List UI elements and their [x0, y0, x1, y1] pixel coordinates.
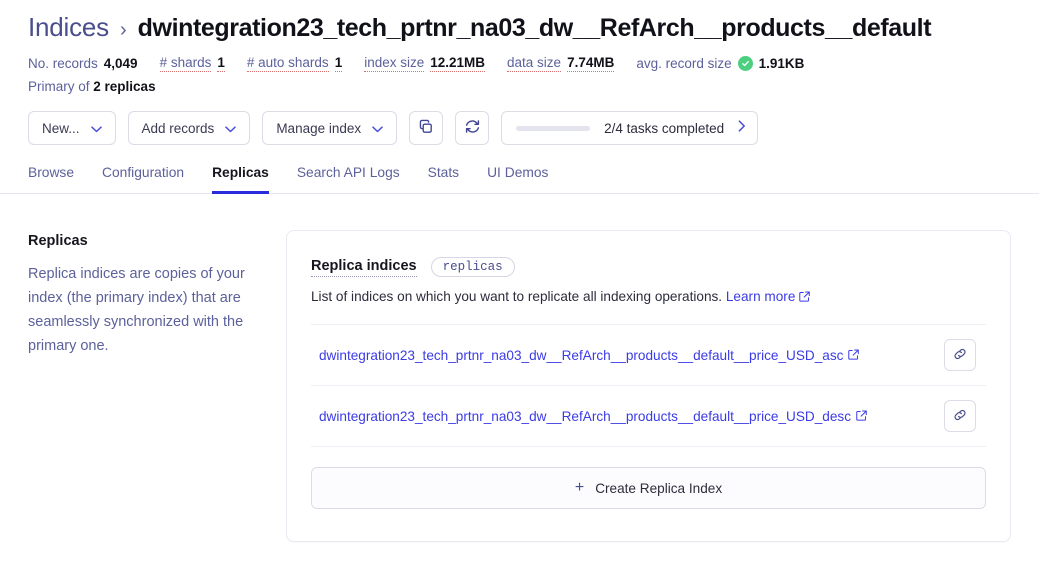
replica-index-link[interactable]: dwintegration23_tech_prtnr_na03_dw__RefA… — [319, 409, 867, 424]
page-title: dwintegration23_tech_prtnr_na03_dw__RefA… — [137, 14, 932, 42]
tab-stats[interactable]: Stats — [428, 165, 459, 194]
stat-label: # shards — [159, 55, 212, 72]
replica-index-link[interactable]: dwintegration23_tech_prtnr_na03_dw__RefA… — [319, 347, 860, 363]
plus-icon: + — [574, 479, 585, 496]
stat-item: # shards 1 — [159, 55, 225, 72]
chain-link-icon — [952, 407, 968, 426]
breadcrumb-separator-icon: › — [119, 19, 127, 41]
tab-configuration[interactable]: Configuration — [102, 165, 184, 194]
new-button[interactable]: New... — [28, 111, 116, 145]
refresh-icon — [464, 118, 481, 138]
stat-value: 12.21MB — [430, 55, 486, 72]
card-subtitle-text: List of indices on which you want to rep… — [311, 289, 723, 304]
copy-icon — [418, 119, 434, 138]
external-link-icon — [856, 409, 867, 424]
stat-item: avg. record size 1.91KB — [636, 56, 804, 71]
learn-more-label: Learn more — [725, 289, 796, 304]
stat-label: avg. record size — [636, 56, 732, 71]
app-page: Indices › dwintegration23_tech_prtnr_na0… — [0, 0, 1039, 571]
tasks-progress-label: 2/4 tasks completed — [604, 120, 725, 136]
card-title: Replica indices — [311, 258, 417, 277]
new-button-label: New... — [42, 120, 80, 136]
section-title: Replicas — [28, 233, 88, 249]
stat-value: 4,049 — [103, 56, 138, 71]
tasks-progress-bar — [516, 125, 591, 131]
chevron-right-icon — [738, 119, 746, 137]
chevron-down-icon — [225, 121, 237, 136]
stat-value: 1 — [334, 55, 343, 72]
breadcrumb-indices-link[interactable]: Indices — [28, 12, 109, 43]
index-stats: No. records 4,049 # shards 1 # auto shards 1 i… — [28, 55, 1011, 72]
index-tabs: Browse Configuration Replicas Search API Lo… — [0, 165, 1039, 194]
replica-rows: dwintegration23_tech_prtnr_na03_dw__RefA… — [311, 324, 986, 447]
copy-icon-button[interactable] — [409, 111, 444, 145]
create-replica-index-label: Create Replica Index — [595, 480, 723, 496]
replica-row: dwintegration23_tech_prtnr_na03_dw__RefA… — [311, 324, 986, 386]
primary-replicas-line: Primary of 2 replicas — [28, 79, 1011, 94]
primary-replicas-count: 2 replicas — [93, 79, 156, 94]
chevron-down-icon — [372, 121, 383, 136]
breadcrumb: Indices › dwintegration23_tech_prtnr_na0… — [28, 12, 1011, 43]
manage-index-button-label: Manage index — [276, 120, 362, 136]
stat-item: data size 7.74MB — [507, 55, 615, 72]
add-records-button-label: Add records — [141, 120, 215, 136]
create-replica-index-button[interactable]: + Create Replica Index — [311, 467, 986, 509]
stat-value: 1.91KB — [758, 56, 805, 71]
tab-browse[interactable]: Browse — [28, 165, 74, 194]
chain-link-icon — [952, 346, 968, 365]
replica-index-name: dwintegration23_tech_prtnr_na03_dw__RefA… — [319, 347, 844, 363]
section-sidebar: Replicas Replica indices are copies of y… — [28, 230, 256, 542]
section-description: Replica indices are copies of your index… — [28, 266, 245, 354]
stat-value: 1 — [217, 55, 225, 72]
check-circle-icon — [737, 56, 753, 71]
replica-indices-card: Replica indices replicas List of indices… — [286, 230, 1011, 542]
stat-value: 7.74MB — [567, 55, 615, 72]
add-records-button[interactable]: Add records — [127, 111, 251, 145]
page-header: Indices › dwintegration23_tech_prtnr_na0… — [0, 0, 1039, 145]
primary-prefix: Primary of — [28, 79, 90, 94]
chain-link-icon-button[interactable] — [944, 339, 976, 371]
stat-item: No. records 4,049 — [28, 56, 138, 71]
stat-label: # auto shards — [246, 55, 329, 72]
stat-label: data size — [507, 55, 562, 72]
stat-label: No. records — [28, 56, 98, 71]
refresh-icon-button[interactable] — [455, 111, 490, 145]
stat-label: index size — [364, 55, 425, 72]
card-header: Replica indices replicas — [311, 257, 986, 277]
chain-link-icon-button[interactable] — [944, 400, 976, 432]
tab-search-api-logs[interactable]: Search API Logs — [297, 165, 400, 194]
card-badge: replicas — [430, 257, 515, 277]
tab-replicas[interactable]: Replicas — [212, 165, 269, 194]
tasks-progress-button[interactable]: 2/4 tasks completed — [501, 111, 759, 145]
replica-index-name: dwintegration23_tech_prtnr_na03_dw__RefA… — [319, 408, 852, 424]
tab-ui-demos[interactable]: UI Demos — [487, 165, 548, 194]
page-body: Replicas Replica indices are copies of y… — [0, 194, 1039, 542]
manage-index-button[interactable]: Manage index — [262, 111, 398, 145]
replica-row: dwintegration23_tech_prtnr_na03_dw__RefA… — [311, 386, 986, 447]
external-link-icon — [799, 290, 811, 305]
stat-item: index size 12.21MB — [364, 55, 486, 72]
chevron-down-icon — [90, 121, 102, 136]
stat-item: # auto shards 1 — [246, 55, 343, 72]
external-link-icon — [848, 348, 860, 363]
card-subtitle: List of indices on which you want to rep… — [311, 289, 986, 305]
index-toolbar: New... Add records Manage index 2/4 task… — [28, 111, 1011, 145]
learn-more-link[interactable]: Learn more — [726, 289, 811, 304]
